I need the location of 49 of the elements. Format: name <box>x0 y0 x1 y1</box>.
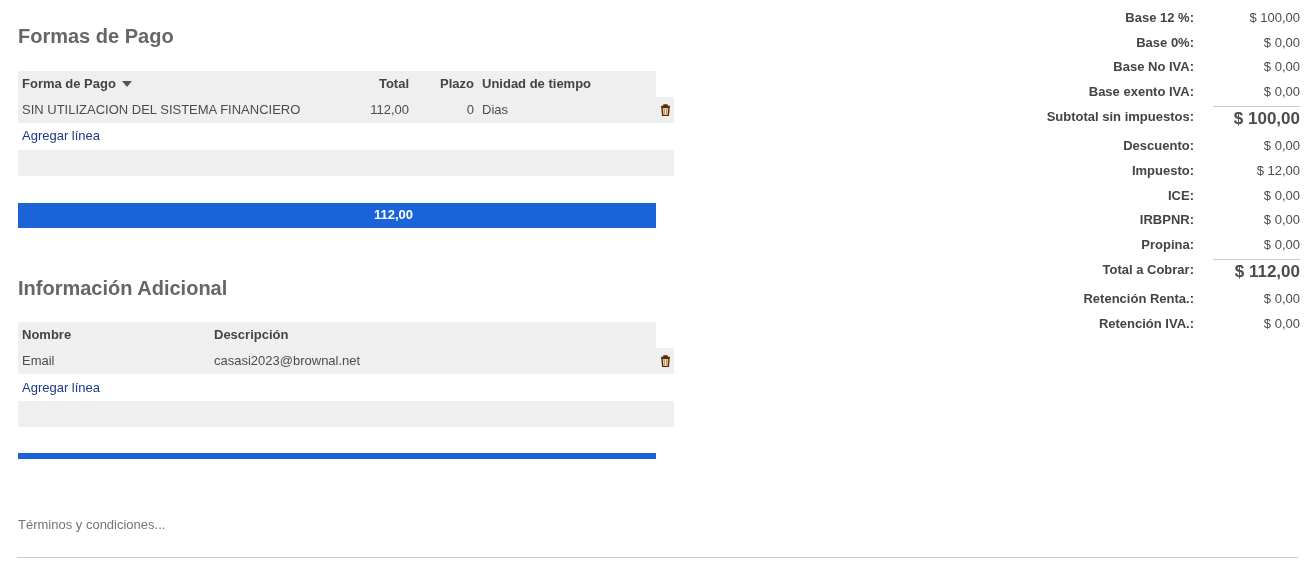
caret-icon <box>121 81 132 88</box>
summary-value: $ 0,00 <box>1262 137 1300 156</box>
summary-label: Base 0%: <box>1135 33 1195 52</box>
trash-icon <box>659 355 671 367</box>
column-header[interactable]: Total <box>363 73 413 94</box>
table-cell-text: 112,00 <box>369 100 410 119</box>
table-cell-text: SIN UTILIZACION DEL SISTEMA FINANCIERO <box>21 100 302 119</box>
summary-value: $ 0,00 <box>1262 290 1300 309</box>
summary-label: Impuesto: <box>1130 161 1195 180</box>
column-header[interactable]: Forma de Pago <box>18 73 363 94</box>
summary-value: $ 0,00 <box>1262 82 1300 101</box>
section-title: Información Adicional <box>18 275 228 300</box>
summary-label: Base No IVA: <box>1112 58 1195 77</box>
summary-label: Base 12 %: <box>1124 9 1195 27</box>
summary-value: $ 100,00 <box>1248 9 1300 27</box>
summary-label: Subtotal sin impuestos: <box>1046 108 1195 127</box>
total-amount: $ 112,00 <box>1213 259 1300 290</box>
column-header[interactable]: Plazo <box>413 73 478 94</box>
add-line-link[interactable]: Agregar línea <box>18 122 105 150</box>
summary-label: Retención IVA.: <box>1097 314 1195 333</box>
summary-value: $ 0,00 <box>1262 186 1300 205</box>
summary-label: Propina: <box>1140 235 1195 254</box>
summary-label: ICE: <box>1167 186 1195 205</box>
add-line-link[interactable]: Agregar línea <box>18 374 105 401</box>
summary-value: $ 0,00 <box>1262 33 1300 52</box>
summary-label: Base exento IVA: <box>1087 82 1195 101</box>
table-cell-text: casasi2023@brownal.net <box>213 352 362 371</box>
summary-label: IRBPNR: <box>1138 211 1195 230</box>
delete-button[interactable] <box>656 348 674 374</box>
column-header[interactable]: Nombre <box>18 325 210 345</box>
table-cell-text: Dias <box>481 100 509 119</box>
summary-value: $ 0,00 <box>1262 235 1300 254</box>
summary-value: $ 0,00 <box>1262 58 1300 77</box>
column-header[interactable]: Descripción <box>210 325 656 345</box>
table-cell-text: 0 <box>465 100 475 119</box>
column-header[interactable]: Unidad de tiempo <box>478 73 656 94</box>
terms-field[interactable]: Términos y condiciones... <box>18 515 418 535</box>
section-title: Formas de Pago <box>18 24 174 48</box>
trash-icon <box>659 103 671 116</box>
summary-label: Retención Renta.: <box>1082 290 1195 309</box>
summary-value: $ 0,00 <box>1262 314 1300 333</box>
summary-value: $ 0,00 <box>1262 211 1300 230</box>
table-footer: 112,00 <box>18 202 656 228</box>
table-cell-text: Email <box>21 352 56 371</box>
summary-value: $ 12,00 <box>1255 161 1300 180</box>
delete-button[interactable] <box>656 96 674 123</box>
summary-label: Total a Cobrar: <box>1101 261 1195 280</box>
summary-label: Descuento: <box>1122 137 1195 156</box>
total-amount: $ 100,00 <box>1213 106 1300 137</box>
